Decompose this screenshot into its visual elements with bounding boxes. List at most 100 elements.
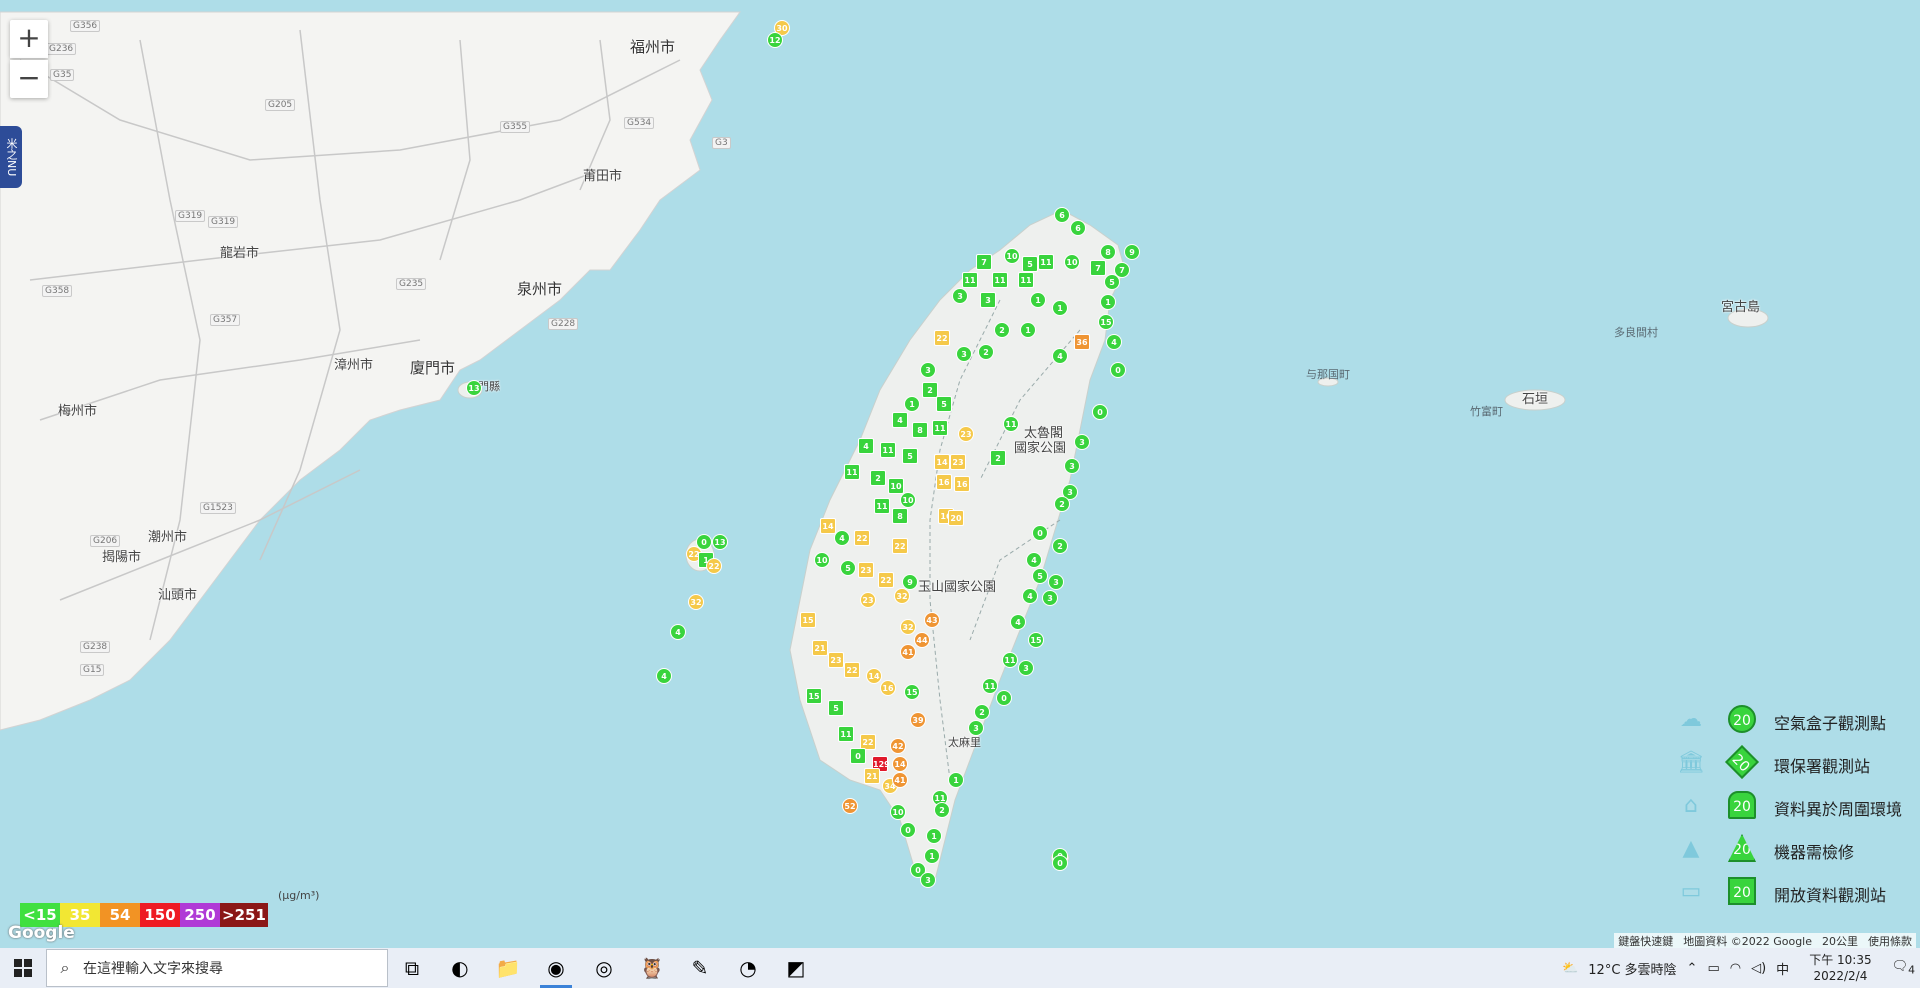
sensor-marker[interactable]: 11 [1003, 416, 1019, 432]
sensor-marker[interactable]: 32 [894, 588, 910, 604]
sensor-marker[interactable]: 11 [982, 678, 998, 694]
compass-app-icon[interactable]: ◎ [580, 948, 628, 988]
sensor-marker[interactable]: 1 [904, 396, 920, 412]
edge-icon[interactable]: ◐ [436, 948, 484, 988]
sensor-marker[interactable]: 7 [1114, 262, 1130, 278]
chrome-icon[interactable]: ◉ [532, 948, 580, 988]
sensor-marker[interactable]: 32 [900, 619, 916, 635]
sensor-marker[interactable]: 23 [958, 426, 974, 442]
sensor-marker[interactable]: 4 [1052, 348, 1068, 364]
sensor-marker[interactable]: 9 [1124, 244, 1140, 260]
sensor-marker[interactable]: 8 [892, 508, 908, 524]
sensor-marker[interactable]: 14 [892, 756, 908, 772]
sensor-marker[interactable]: 16 [936, 474, 952, 490]
sensor-marker[interactable]: 2 [1052, 538, 1068, 554]
sensor-marker[interactable]: 23 [950, 454, 966, 470]
sensor-marker[interactable]: 10 [814, 552, 830, 568]
sensor-marker[interactable]: 2 [870, 470, 886, 486]
sensor-marker[interactable]: 4 [858, 438, 874, 454]
sensor-marker[interactable]: 3 [1042, 590, 1058, 606]
sensor-marker[interactable]: 3 [1018, 660, 1034, 676]
sensor-marker[interactable]: 1 [1030, 292, 1046, 308]
sensor-marker[interactable]: 42 [890, 738, 906, 754]
sensor-marker[interactable]: 5 [1032, 568, 1048, 584]
sensor-marker[interactable]: 0 [1052, 855, 1068, 871]
sensor-marker[interactable]: 39 [910, 712, 926, 728]
sensor-marker[interactable]: 2 [994, 322, 1010, 338]
sensor-marker[interactable]: 52 [842, 798, 858, 814]
sensor-marker[interactable]: 11 [1002, 652, 1018, 668]
zoom-in-button[interactable]: + [10, 20, 48, 58]
sensor-marker[interactable]: 15 [1028, 632, 1044, 648]
sensor-marker[interactable]: 13 [712, 534, 728, 550]
weather-text[interactable]: 12°C 多雲時陰 [1588, 959, 1676, 978]
sensor-marker[interactable]: 23 [828, 652, 844, 668]
sensor-marker[interactable]: 11 [880, 442, 896, 458]
sensor-marker[interactable]: 2 [978, 344, 994, 360]
sensor-marker[interactable]: 12 [767, 32, 783, 48]
sensor-marker[interactable]: 4 [892, 412, 908, 428]
sensor-marker[interactable]: 10 [888, 478, 904, 494]
file-explorer-icon[interactable]: 📁 [484, 948, 532, 988]
sensor-marker[interactable]: 23 [858, 562, 874, 578]
sensor-marker[interactable]: 2 [974, 704, 990, 720]
sensor-marker[interactable]: 3 [980, 292, 996, 308]
sensor-marker[interactable]: 14 [866, 668, 882, 684]
owl-app-icon[interactable]: 🦉 [628, 948, 676, 988]
sensor-marker[interactable]: 15 [1098, 314, 1114, 330]
blender-icon[interactable]: ◔ [724, 948, 772, 988]
sensor-marker[interactable]: 10 [1004, 248, 1020, 264]
sensor-marker[interactable]: 5 [828, 700, 844, 716]
sensor-marker[interactable]: 20 [948, 510, 964, 526]
terms-link[interactable]: 使用條款 [1868, 933, 1912, 948]
sensor-marker[interactable]: 41 [892, 772, 908, 788]
sensor-marker[interactable]: 0 [1092, 404, 1108, 420]
sensor-marker[interactable]: 14 [820, 518, 836, 534]
sensor-marker[interactable]: 2 [990, 450, 1006, 466]
sensor-marker[interactable]: 11 [962, 272, 978, 288]
sensor-marker[interactable]: 14 [934, 454, 950, 470]
sensor-marker[interactable]: 5 [840, 560, 856, 576]
sensor-marker[interactable]: 1 [1020, 322, 1036, 338]
sensor-marker[interactable]: 15 [904, 684, 920, 700]
side-panel-tab[interactable]: 米之NU [0, 126, 22, 188]
sensor-marker[interactable]: 4 [1026, 552, 1042, 568]
sensor-marker[interactable]: 22 [878, 572, 894, 588]
map-scale[interactable]: 20公里 [1822, 933, 1858, 948]
sensor-marker[interactable]: 5 [1022, 256, 1038, 272]
sensor-marker[interactable]: 0 [1032, 525, 1048, 541]
sensor-marker[interactable]: 1 [1052, 300, 1068, 316]
sensor-marker[interactable]: 13 [466, 380, 482, 396]
sensor-marker[interactable]: 10 [900, 492, 916, 508]
sensor-marker[interactable]: 23 [860, 592, 876, 608]
sensor-marker[interactable]: 15 [806, 688, 822, 704]
sensor-marker[interactable]: 11 [874, 498, 890, 514]
sensor-marker[interactable]: 8 [912, 422, 928, 438]
sensor-marker[interactable]: 0 [1110, 362, 1126, 378]
sensor-marker[interactable]: 22 [892, 538, 908, 554]
sensor-marker[interactable]: 4 [670, 624, 686, 640]
sensor-marker[interactable]: 3 [1064, 458, 1080, 474]
taskbar-search-box[interactable]: ⌕ 在這裡輸入文字來搜尋 [46, 949, 388, 987]
sensor-marker[interactable]: 32 [688, 594, 704, 610]
sensor-marker[interactable]: 3 [952, 288, 968, 304]
speaker-icon[interactable]: ◁) [1751, 961, 1766, 976]
zoom-out-button[interactable]: − [10, 60, 48, 98]
sensor-marker[interactable]: 44 [914, 632, 930, 648]
start-button[interactable] [0, 948, 46, 988]
sensor-marker[interactable]: 21 [812, 640, 828, 656]
cube-app-icon[interactable]: ◩ [772, 948, 820, 988]
sensor-marker[interactable]: 4 [1022, 588, 1038, 604]
sensor-marker[interactable]: 3 [1074, 434, 1090, 450]
sensor-marker[interactable]: 41 [900, 644, 916, 660]
sensor-marker[interactable]: 22 [706, 558, 722, 574]
sensor-marker[interactable]: 4 [834, 530, 850, 546]
sensor-marker[interactable]: 15 [800, 612, 816, 628]
sensor-marker[interactable]: 3 [1048, 574, 1064, 590]
sensor-marker[interactable]: 6 [1054, 207, 1070, 223]
sensor-marker[interactable]: 0 [850, 748, 866, 764]
sensor-marker[interactable]: 3 [968, 720, 984, 736]
keyboard-shortcuts-link[interactable]: 鍵盤快速鍵 [1618, 933, 1673, 948]
draw-app-icon[interactable]: ✎ [676, 948, 724, 988]
sensor-marker[interactable]: 16 [880, 680, 896, 696]
